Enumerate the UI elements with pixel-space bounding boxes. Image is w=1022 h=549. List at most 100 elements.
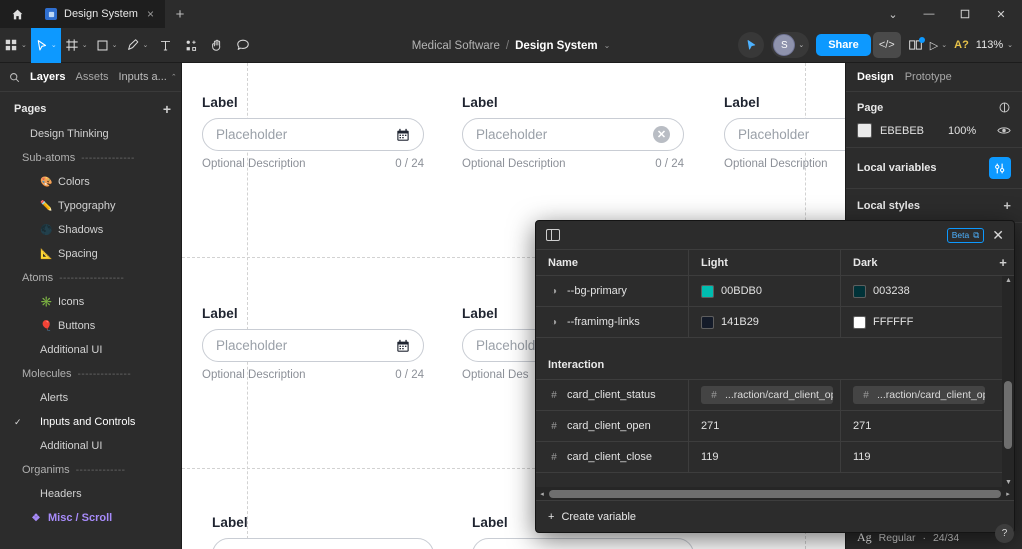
pen-tool-icon[interactable]: ⌄ bbox=[122, 28, 153, 63]
sidebar-page-shadows[interactable]: 🌑 Shadows bbox=[0, 218, 181, 242]
sidebar-toggle-icon[interactable] bbox=[546, 229, 560, 241]
window-minimize-button[interactable]: — bbox=[912, 0, 946, 28]
present-cursor-icon[interactable] bbox=[738, 32, 765, 58]
sidebar-page-inputs-and-controls[interactable]: ✓ Inputs and Controls bbox=[0, 410, 181, 434]
page-color-opacity[interactable]: 100% bbox=[948, 125, 976, 137]
tab-design[interactable]: Design bbox=[857, 71, 894, 83]
eye-icon[interactable] bbox=[997, 125, 1011, 136]
resources-icon[interactable] bbox=[178, 28, 204, 63]
home-button[interactable] bbox=[0, 0, 34, 28]
text-input[interactable]: Placeholder bbox=[724, 118, 845, 151]
text-input[interactable]: Placeholder ✕ bbox=[462, 118, 684, 151]
sidebar-page-typography[interactable]: ✏️ Typography bbox=[0, 194, 181, 218]
color-swatch[interactable] bbox=[853, 284, 866, 298]
sidebar-page-design-thinking[interactable]: Design Thinking bbox=[0, 122, 181, 146]
text-tool-icon[interactable] bbox=[152, 28, 178, 63]
page-selector[interactable]: Inputs a... ⌃ bbox=[119, 71, 177, 83]
dev-mode-button[interactable] bbox=[908, 37, 925, 52]
variable-value-dark[interactable]: FFFFFF bbox=[840, 307, 1014, 337]
dev-code-button[interactable]: </> bbox=[872, 32, 901, 58]
present-caret-icon[interactable]: ⌄ bbox=[941, 41, 947, 49]
open-variables-button[interactable] bbox=[989, 157, 1011, 179]
page-settings-icon[interactable] bbox=[998, 101, 1011, 114]
sidebar-page-molecules[interactable]: Molecules -------------- bbox=[0, 362, 181, 386]
hscrollbar-thumb[interactable] bbox=[549, 489, 1001, 498]
variable-value-light[interactable]: 271 bbox=[688, 411, 840, 441]
text-input[interactable]: Placeholder bbox=[202, 118, 424, 151]
present-button[interactable]: ▷ ⌄ bbox=[930, 39, 947, 52]
scroll-left-icon[interactable]: ◂ bbox=[536, 490, 548, 498]
zoom-control[interactable]: 113% ⌄ bbox=[976, 39, 1013, 51]
column-header-dark[interactable]: Dark bbox=[840, 250, 992, 275]
sidebar-page-additional-ui[interactable]: Additional UI bbox=[0, 338, 181, 362]
share-button[interactable]: Share bbox=[816, 34, 871, 56]
add-mode-button[interactable]: + bbox=[992, 250, 1014, 275]
add-page-button[interactable]: + bbox=[163, 101, 171, 117]
variables-modal[interactable]: Beta ⧉ ✕ Name Light Dark + ◑ --bg-primary… bbox=[535, 220, 1015, 533]
variable-row[interactable]: # card_client_close 119 119 bbox=[536, 442, 1014, 473]
variable-group-header[interactable]: Interaction bbox=[536, 350, 1014, 380]
beta-badge[interactable]: Beta ⧉ bbox=[946, 227, 985, 243]
sidebar-page-headers[interactable]: Headers bbox=[0, 482, 181, 506]
variable-row[interactable]: ◑ --bg-primary 00BDB0 003238 bbox=[536, 276, 1014, 307]
sidebar-page-misc-scroll[interactable]: ❖ Misc / Scroll bbox=[0, 506, 181, 530]
variable-row[interactable]: # card_client_status # ...raction/card_clie… bbox=[536, 380, 1014, 411]
variable-value-dark[interactable]: 271 bbox=[840, 411, 1014, 441]
window-chevron-icon[interactable]: ⌄ bbox=[876, 0, 910, 28]
hand-tool-icon[interactable] bbox=[204, 28, 230, 63]
add-style-button[interactable]: + bbox=[1003, 198, 1011, 213]
modal-vertical-scrollbar[interactable]: ▲ ▼ bbox=[1002, 276, 1014, 487]
sidebar-page-additional-ui[interactable]: Additional UI bbox=[0, 434, 181, 458]
variable-value-dark[interactable]: 003238 bbox=[840, 276, 1014, 306]
modal-horizontal-scrollbar[interactable]: ◂ ▸ bbox=[536, 487, 1014, 500]
breadcrumb-caret-icon[interactable]: ⌄ bbox=[604, 41, 611, 50]
sidebar-page-alerts[interactable]: Alerts bbox=[0, 386, 181, 410]
frame-tool-icon[interactable]: ⌄ bbox=[61, 28, 92, 63]
variable-value-dark[interactable]: # ...raction/card_client_open bbox=[840, 380, 1014, 410]
close-modal-icon[interactable]: ✕ bbox=[990, 227, 1006, 244]
variable-alias-chip[interactable]: # ...raction/card_client_open bbox=[853, 386, 985, 404]
collaborator-avatar-group[interactable]: S ⌄ bbox=[771, 32, 810, 58]
variable-value-light[interactable]: # ...raction/card_client_open bbox=[688, 380, 840, 410]
scroll-down-icon[interactable]: ▼ bbox=[1005, 479, 1012, 486]
color-swatch[interactable] bbox=[853, 315, 866, 329]
search-icon[interactable] bbox=[9, 72, 20, 83]
window-maximize-button[interactable] bbox=[948, 0, 982, 28]
scroll-right-icon[interactable]: ▸ bbox=[1002, 490, 1014, 498]
tab-layers[interactable]: Layers bbox=[30, 71, 65, 83]
page-color-hex[interactable]: EBEBEB bbox=[880, 125, 940, 137]
clear-icon[interactable]: ✕ bbox=[653, 126, 670, 143]
file-tab[interactable]: Design System × bbox=[34, 0, 165, 28]
new-tab-button[interactable]: + bbox=[165, 0, 195, 28]
variable-row[interactable]: ◑ --framimg-links 141B29 FFFFFF bbox=[536, 307, 1014, 338]
help-button[interactable]: ? bbox=[995, 524, 1014, 543]
accessibility-badge[interactable]: A? bbox=[954, 39, 969, 51]
shape-tool-icon[interactable]: ⌄ bbox=[92, 28, 122, 63]
window-close-button[interactable]: ✕ bbox=[984, 0, 1018, 28]
variable-value-dark[interactable]: 119 bbox=[840, 442, 1014, 472]
sidebar-page-colors[interactable]: 🎨 Colors bbox=[0, 170, 181, 194]
scroll-up-icon[interactable]: ▲ bbox=[1005, 277, 1012, 284]
color-swatch[interactable] bbox=[701, 315, 714, 329]
variable-value-light[interactable]: 119 bbox=[688, 442, 840, 472]
sidebar-page-atoms[interactable]: Atoms ----------------- bbox=[0, 266, 181, 290]
tab-prototype[interactable]: Prototype bbox=[905, 71, 952, 83]
sidebar-page-icons[interactable]: ✳️ Icons bbox=[0, 290, 181, 314]
calendar-icon[interactable] bbox=[396, 128, 410, 142]
page-color-swatch[interactable] bbox=[857, 123, 872, 138]
create-variable-button[interactable]: + Create variable bbox=[536, 500, 1014, 532]
variable-row[interactable]: # card_client_open 271 271 bbox=[536, 411, 1014, 442]
text-input[interactable] bbox=[212, 538, 434, 549]
breadcrumb-project[interactable]: Medical Software bbox=[412, 40, 500, 52]
figma-menu-icon[interactable]: ⌄ bbox=[0, 28, 31, 63]
scrollbar-thumb[interactable] bbox=[1004, 381, 1012, 449]
breadcrumb-file[interactable]: Design System bbox=[515, 40, 597, 52]
column-header-light[interactable]: Light bbox=[688, 250, 840, 275]
text-input[interactable]: Placeholder bbox=[202, 329, 424, 362]
comment-tool-icon[interactable] bbox=[230, 28, 256, 63]
text-input[interactable] bbox=[472, 538, 694, 549]
variable-value-light[interactable]: 141B29 bbox=[688, 307, 840, 337]
sidebar-page-sub-atoms[interactable]: Sub-atoms -------------- bbox=[0, 146, 181, 170]
variable-value-light[interactable]: 00BDB0 bbox=[688, 276, 840, 306]
close-tab-icon[interactable]: × bbox=[145, 8, 156, 20]
